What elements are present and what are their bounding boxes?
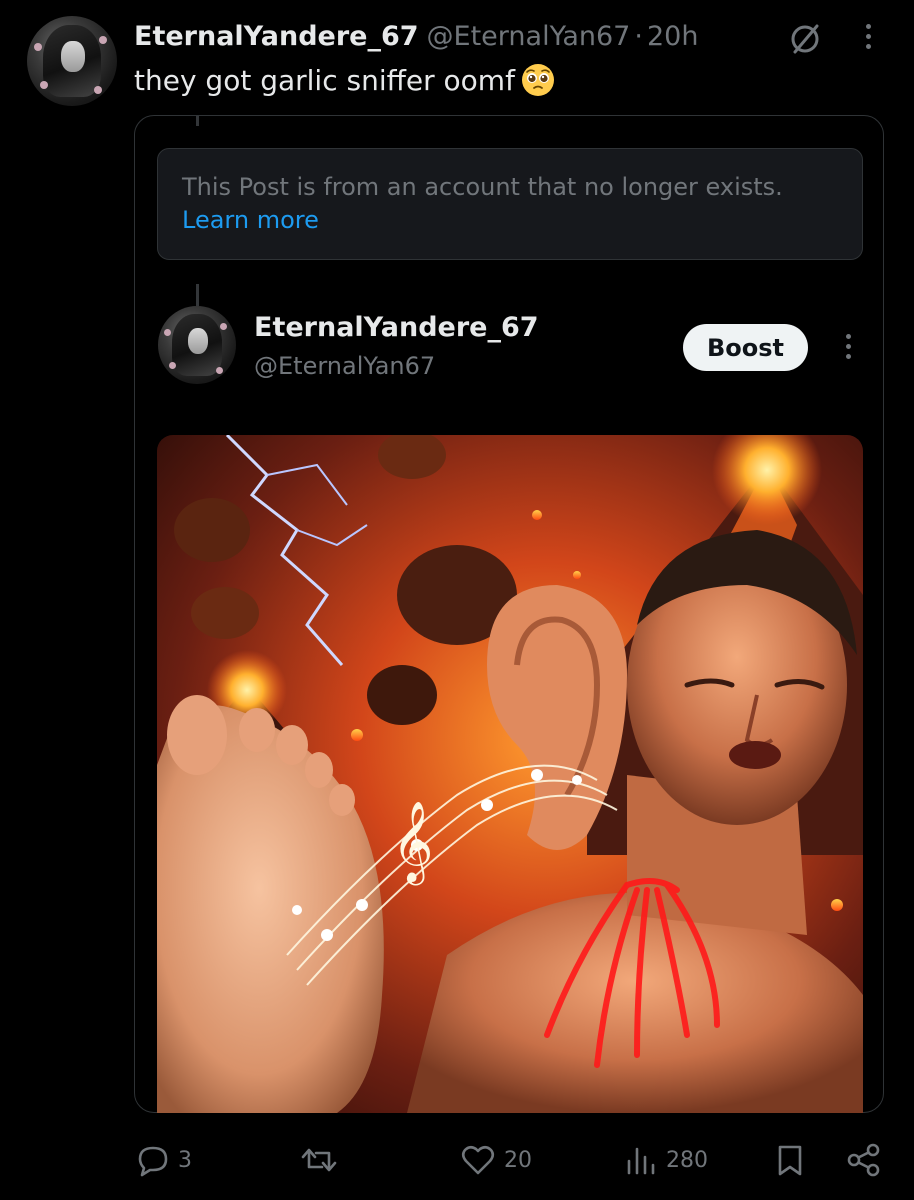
post-media-image[interactable]: 𝄞 xyxy=(157,435,863,1113)
like-button[interactable]: 20 xyxy=(460,1138,532,1182)
author-handle[interactable]: @EternalYan67 xyxy=(427,21,631,52)
reply-count: 3 xyxy=(178,1147,192,1173)
quoted-author-avatar[interactable] xyxy=(158,306,236,384)
svg-text:𝄞: 𝄞 xyxy=(392,800,433,885)
heart-icon xyxy=(460,1143,496,1177)
bookmark-button[interactable] xyxy=(773,1138,807,1182)
author-avatar[interactable] xyxy=(27,16,117,106)
reply-button[interactable]: 3 xyxy=(136,1138,192,1182)
post-text-body: they got garlic sniffer oomf xyxy=(134,63,515,97)
thread-connector xyxy=(196,284,199,306)
boost-button[interactable]: Boost xyxy=(683,324,808,371)
post-timestamp[interactable]: 20h xyxy=(647,21,698,52)
learn-more-link[interactable]: Learn more xyxy=(182,204,319,237)
more-options-icon[interactable] xyxy=(858,16,878,56)
grok-icon[interactable] xyxy=(786,20,824,58)
quoted-more-options-icon[interactable] xyxy=(838,326,858,366)
post-action-bar: 3 20 280 xyxy=(0,1138,914,1182)
analytics-icon xyxy=(624,1143,658,1177)
unavailable-post-notice: This Post is from an account that no lon… xyxy=(157,148,863,260)
view-count: 280 xyxy=(666,1147,708,1173)
author-display-name[interactable]: EternalYandere_67 xyxy=(134,21,419,52)
quoted-author-display-name[interactable]: EternalYandere_67 xyxy=(254,312,539,343)
repost-button[interactable] xyxy=(300,1138,346,1182)
repost-icon xyxy=(300,1143,338,1177)
post-text: they got garlic sniffer oomf xyxy=(134,58,555,102)
thread-connector xyxy=(196,116,199,126)
share-icon xyxy=(846,1143,882,1177)
pleading-face-emoji-icon xyxy=(521,63,555,97)
reply-icon xyxy=(136,1143,170,1177)
quoted-author-handle[interactable]: @EternalYan67 xyxy=(254,352,435,380)
post-header: EternalYandere_67 @EternalYan67 · 20h xyxy=(134,16,698,56)
unavailable-message: This Post is from an account that no lon… xyxy=(182,173,783,201)
separator-dot: · xyxy=(634,20,643,52)
like-count: 20 xyxy=(504,1147,532,1173)
share-button[interactable] xyxy=(846,1138,882,1182)
views-button[interactable]: 280 xyxy=(624,1138,708,1182)
bookmark-icon xyxy=(773,1143,807,1177)
